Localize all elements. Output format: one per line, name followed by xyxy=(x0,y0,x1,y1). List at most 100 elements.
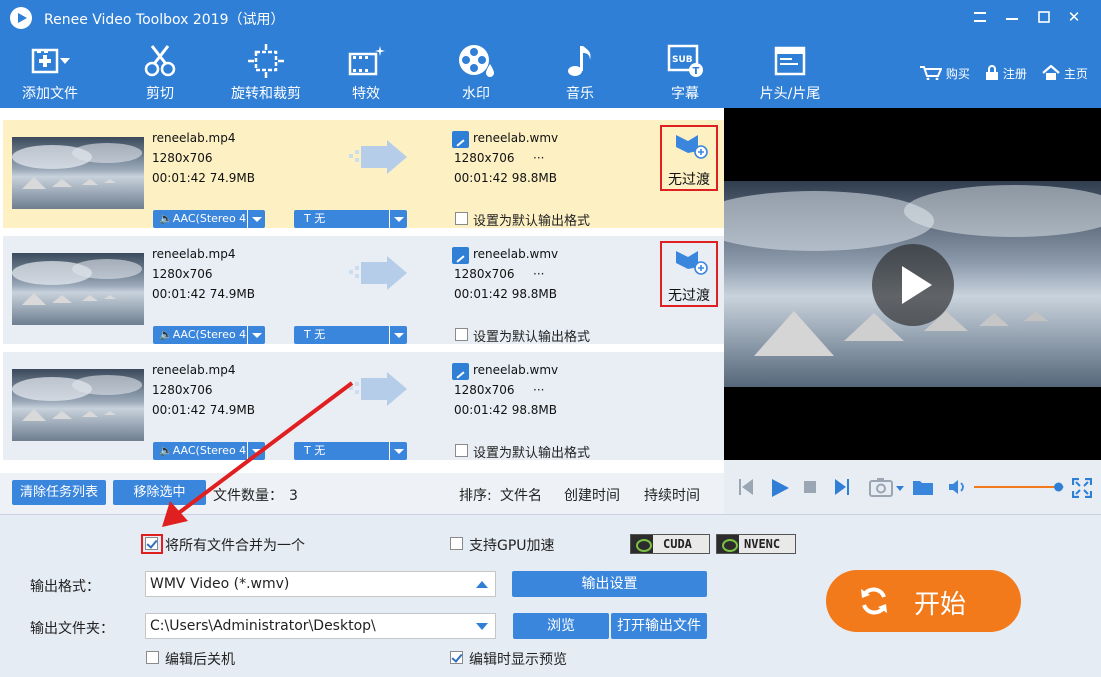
add-file-button[interactable]: 添加文件 xyxy=(12,36,88,108)
merge-files-checkbox[interactable] xyxy=(145,537,158,550)
lock-icon xyxy=(986,65,998,80)
set-default-format-checkbox[interactable] xyxy=(455,444,468,457)
refresh-icon xyxy=(861,587,887,615)
maximize-icon[interactable] xyxy=(1032,6,1056,28)
transition-label: 无过渡 xyxy=(668,288,710,304)
audio-track-value: AAC(Stereo 4 xyxy=(172,328,247,341)
subtitle-label: 字幕 xyxy=(671,86,699,102)
audio-track-select[interactable]: 🔈AAC(Stereo 4 xyxy=(153,210,265,228)
output-filename: reneelab.wmv xyxy=(473,247,559,261)
gpu-acceleration-checkbox[interactable] xyxy=(450,537,463,550)
subtitle-select[interactable]: T 无 xyxy=(294,210,407,228)
output-settings-button[interactable]: 输出设置 xyxy=(512,571,707,597)
file-count-value: 3 xyxy=(289,488,298,504)
nvidia-logo-icon xyxy=(717,535,739,553)
file-row[interactable]: reneelab.mp4 1280x706 00:01:42 74.9MB re… xyxy=(3,120,724,229)
folder-icon[interactable] xyxy=(912,478,934,496)
more-options-icon[interactable]: ··· xyxy=(533,267,544,281)
output-folder-field[interactable]: C:\Users\Administrator\Desktop\ xyxy=(145,613,496,639)
subtitle-value: T 无 xyxy=(304,212,326,225)
task-bar: 清除任务列表 移除选中 文件数量： 3 排序: 文件名 创建时间 持续时间 xyxy=(0,473,724,514)
minimize-icon[interactable] xyxy=(1000,6,1024,28)
home-label: 主页 xyxy=(1063,67,1088,81)
convert-arrow-icon xyxy=(349,372,407,406)
more-options-icon[interactable]: ··· xyxy=(533,151,544,165)
subtitle-select[interactable]: T 无 xyxy=(294,326,407,344)
fullscreen-icon[interactable] xyxy=(1072,478,1092,498)
shutdown-after-edit-label: 编辑后关机 xyxy=(165,652,235,668)
file-list: reneelab.mp4 1280x706 00:01:42 74.9MB re… xyxy=(0,108,724,473)
browse-button[interactable]: 浏览 xyxy=(513,613,609,639)
set-default-format-label: 设置为默认输出格式 xyxy=(473,330,591,345)
title-bar: Renee Video Toolbox 2019（试用） ✕ xyxy=(0,0,1101,36)
more-options-icon[interactable]: ··· xyxy=(533,383,544,397)
speaker-icon: 🔈 xyxy=(159,212,173,225)
chevron-down-icon xyxy=(247,326,265,344)
rotate-crop-button[interactable]: 旋转和裁剪 xyxy=(224,36,308,108)
sort-by-created[interactable]: 创建时间 xyxy=(564,485,620,505)
remove-selected-button[interactable]: 移除选中 xyxy=(113,480,206,505)
file-row[interactable]: reneelab.mp4 1280x706 00:01:42 74.9MB re… xyxy=(3,352,724,461)
transition-button[interactable]: 无过渡 xyxy=(660,241,718,307)
shutdown-after-edit-checkbox[interactable] xyxy=(146,651,159,664)
clear-task-list-button[interactable]: 清除任务列表 xyxy=(12,480,106,505)
intro-outro-button[interactable]: 片头/片尾 xyxy=(752,36,828,108)
output-resolution: 1280x706 xyxy=(454,151,515,165)
output-duration-size: 00:01:42 98.8MB xyxy=(454,171,558,185)
edit-output-icon[interactable] xyxy=(452,131,469,148)
rotate-crop-label: 旋转和裁剪 xyxy=(231,86,301,102)
output-filename: reneelab.wmv xyxy=(473,131,559,145)
play-icon[interactable] xyxy=(770,478,790,498)
video-thumbnail xyxy=(12,137,144,209)
intro-outro-label: 片头/片尾 xyxy=(759,86,821,102)
home-link[interactable]: 主页 xyxy=(1042,64,1088,82)
set-default-format-label: 设置为默认输出格式 xyxy=(473,214,591,229)
play-overlay-button[interactable] xyxy=(872,244,954,326)
output-format-label: 输出格式： xyxy=(30,579,100,595)
nvenc-badge: NVENC xyxy=(716,534,796,554)
volume-icon[interactable] xyxy=(948,478,968,496)
video-thumbnail xyxy=(12,369,144,441)
start-button[interactable]: 开始 xyxy=(826,570,1021,632)
volume-slider[interactable] xyxy=(974,480,1064,494)
subtitle-select[interactable]: T 无 xyxy=(294,442,407,460)
edit-output-icon[interactable] xyxy=(452,363,469,380)
cut-button[interactable]: 剪切 xyxy=(128,36,192,108)
register-link[interactable]: 注册 xyxy=(985,65,1027,82)
file-row[interactable]: reneelab.mp4 1280x706 00:01:42 74.9MB re… xyxy=(3,236,724,345)
effects-button[interactable]: 特效 xyxy=(336,36,396,108)
output-filename: reneelab.wmv xyxy=(473,363,559,377)
effects-label: 特效 xyxy=(352,86,380,102)
input-duration-size: 00:01:42 74.9MB xyxy=(152,171,256,185)
watermark-button[interactable]: 水印 xyxy=(446,36,506,108)
sort-by-name[interactable]: 文件名 xyxy=(500,485,542,505)
music-icon xyxy=(568,46,591,76)
set-default-format-checkbox[interactable] xyxy=(455,212,468,225)
audio-track-select[interactable]: 🔈AAC(Stereo 4 xyxy=(153,326,265,344)
open-output-folder-button[interactable]: 打开输出文件 xyxy=(611,613,707,639)
subtitle-button[interactable]: SUB T 字幕 xyxy=(655,36,715,108)
stop-icon[interactable] xyxy=(804,481,816,493)
audio-track-select[interactable]: 🔈AAC(Stereo 4 xyxy=(153,442,265,460)
music-button[interactable]: 音乐 xyxy=(550,36,610,108)
buy-link[interactable]: 购买 xyxy=(920,65,970,82)
set-default-format-checkbox[interactable] xyxy=(455,328,468,341)
show-preview-checkbox[interactable] xyxy=(450,651,463,664)
edit-output-icon[interactable] xyxy=(452,247,469,264)
sort-by-duration[interactable]: 持续时间 xyxy=(644,485,700,505)
screenshot-icon[interactable] xyxy=(869,476,905,498)
transition-button[interactable]: 无过渡 xyxy=(660,125,718,191)
add-file-icon xyxy=(31,48,70,74)
output-format-select[interactable]: WMV Video (*.wmv) xyxy=(145,571,496,597)
skip-forward-icon[interactable] xyxy=(834,478,850,496)
speaker-icon: 🔈 xyxy=(159,328,173,341)
input-filename: reneelab.mp4 xyxy=(152,363,236,377)
minimize-to-tray-icon[interactable] xyxy=(968,6,992,28)
merge-files-label: 将所有文件合并为一个 xyxy=(165,538,305,554)
video-preview[interactable] xyxy=(724,108,1101,460)
close-icon[interactable]: ✕ xyxy=(1062,6,1086,28)
convert-arrow-icon xyxy=(349,256,407,290)
intro-outro-icon xyxy=(774,46,806,76)
chevron-down-icon xyxy=(389,210,407,228)
skip-back-icon[interactable] xyxy=(738,478,754,496)
